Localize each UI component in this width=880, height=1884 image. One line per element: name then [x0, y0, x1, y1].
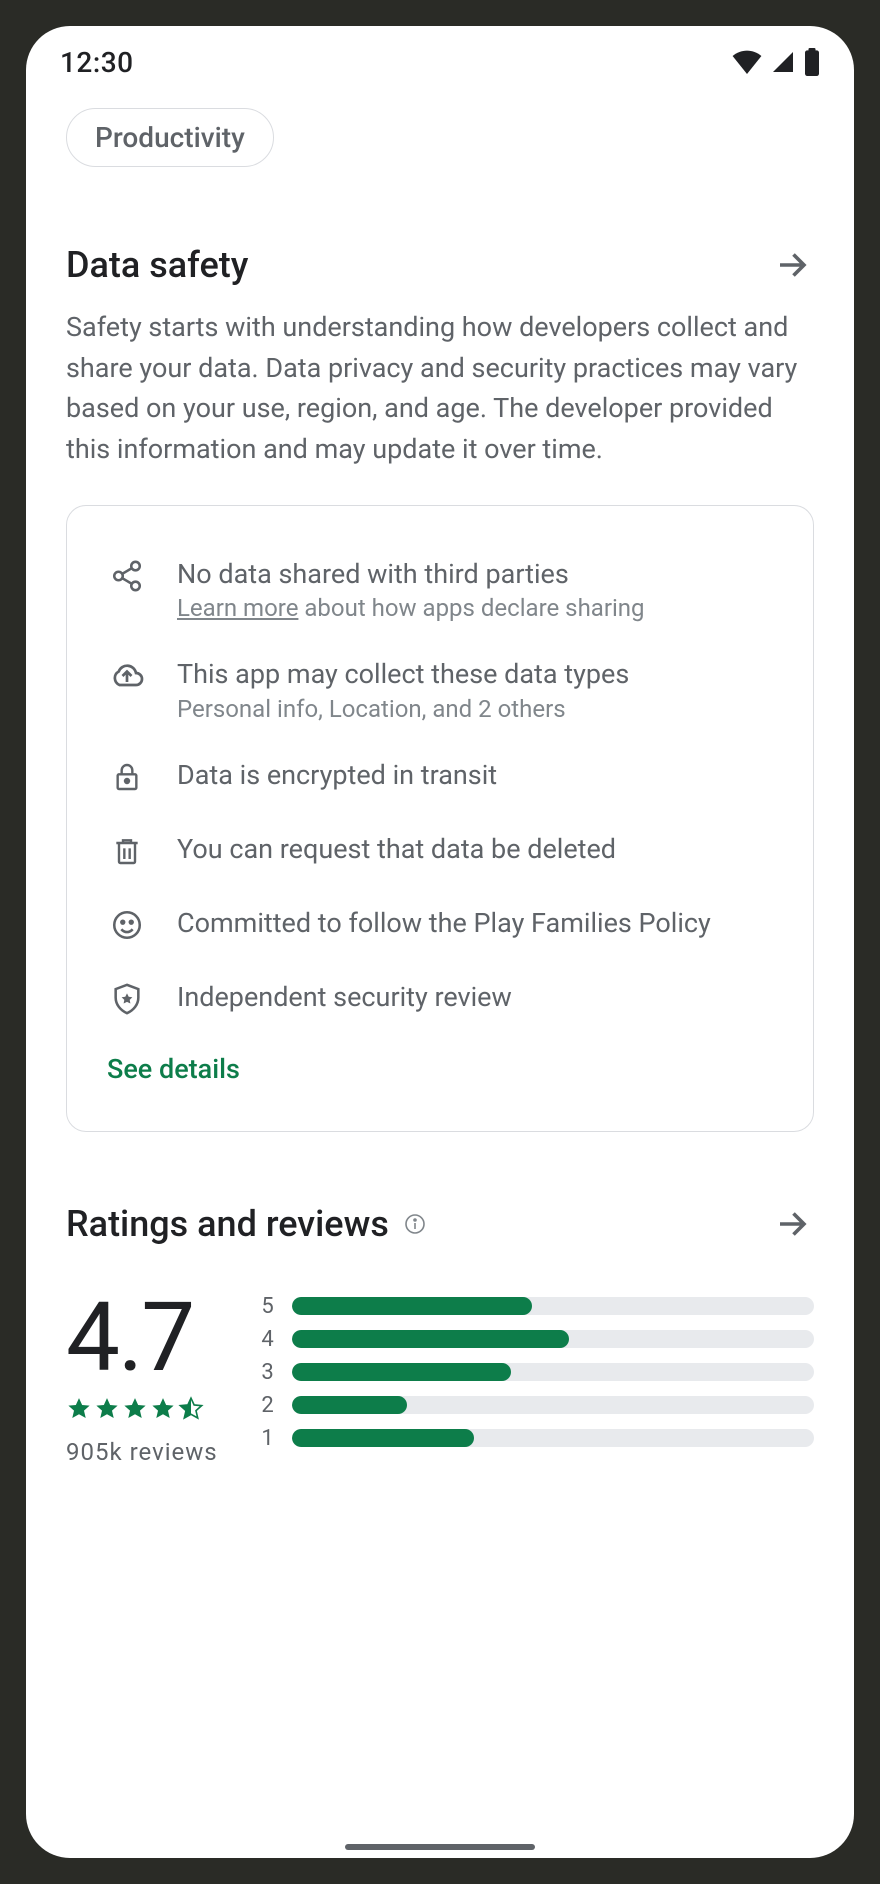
data-safety-header[interactable]: Data safety [66, 203, 814, 307]
safety-item-data-collected: This app may collect these data types Pe… [107, 656, 773, 722]
safety-item-security-review: Independent security review [107, 979, 773, 1019]
status-time: 12:30 [60, 46, 134, 79]
safety-item-encrypted: Data is encrypted in transit [107, 757, 773, 797]
status-icons [732, 48, 820, 76]
chip-label: Productivity [95, 121, 245, 154]
reviews-count: 905k reviews [66, 1438, 218, 1466]
bar-label: 3 [258, 1360, 274, 1385]
rating-bar-3: 3 [258, 1360, 814, 1385]
bar-fill [292, 1297, 532, 1315]
star-half-icon [178, 1396, 204, 1426]
bar-fill [292, 1363, 511, 1381]
shield-star-icon [107, 979, 147, 1019]
cellular-icon [770, 50, 796, 74]
home-indicator[interactable] [345, 1844, 535, 1850]
safety-item-families-policy: Committed to follow the Play Families Po… [107, 905, 773, 945]
bar-label: 2 [258, 1393, 274, 1418]
scroll-content[interactable]: Productivity Data safety Safety starts w… [26, 90, 854, 1858]
chip-row: Productivity [66, 90, 814, 203]
data-safety-description: Safety starts with understanding how dev… [66, 307, 814, 505]
ratings-title: Ratings and reviews [66, 1203, 389, 1245]
safety-item-subtitle: Personal info, Location, and 2 others [177, 695, 629, 723]
safety-item-title: Data is encrypted in transit [177, 757, 497, 793]
smiley-icon [107, 905, 147, 945]
bar-track [292, 1330, 814, 1348]
bar-track [292, 1429, 814, 1447]
rating-bar-5: 5 [258, 1294, 814, 1319]
rating-bar-4: 4 [258, 1327, 814, 1352]
safety-item-title: This app may collect these data types [177, 656, 629, 692]
safety-item-no-data-shared: No data shared with third parties Learn … [107, 556, 773, 622]
device-frame: 12:30 Productivity [0, 0, 880, 1884]
star-icon [122, 1396, 148, 1426]
data-safety-card: No data shared with third parties Learn … [66, 505, 814, 1132]
bar-fill [292, 1429, 475, 1447]
safety-item-title: Independent security review [177, 979, 512, 1015]
info-icon[interactable] [403, 1212, 427, 1236]
learn-more-link[interactable]: Learn more [177, 594, 298, 622]
star-icon [94, 1396, 120, 1426]
safety-item-title: No data shared with third parties [177, 556, 645, 592]
bar-track [292, 1297, 814, 1315]
bar-track [292, 1396, 814, 1414]
status-bar: 12:30 [26, 26, 854, 90]
rating-bars: 5 4 3 2 1 [258, 1290, 814, 1459]
arrow-right-icon[interactable] [770, 243, 814, 287]
category-chip-productivity[interactable]: Productivity [66, 108, 274, 167]
ratings-body: 4.7 905k reviews 5 [66, 1266, 814, 1466]
rating-bar-2: 2 [258, 1393, 814, 1418]
screen: 12:30 Productivity [26, 26, 854, 1858]
score-value: 4.7 [66, 1290, 218, 1386]
lock-icon [107, 757, 147, 797]
bar-fill [292, 1396, 407, 1414]
score-column: 4.7 905k reviews [66, 1290, 218, 1466]
safety-item-title: Committed to follow the Play Families Po… [177, 905, 711, 941]
rating-bar-1: 1 [258, 1426, 814, 1451]
star-icon [66, 1396, 92, 1426]
bar-label: 5 [258, 1294, 274, 1319]
cloud-upload-icon [107, 656, 147, 696]
safety-item-delete-request: You can request that data be deleted [107, 831, 773, 871]
ratings-header[interactable]: Ratings and reviews [66, 1162, 814, 1266]
star-icon [150, 1396, 176, 1426]
stars-row [66, 1396, 218, 1426]
bar-fill [292, 1330, 569, 1348]
wifi-icon [732, 50, 762, 74]
battery-icon [804, 48, 820, 76]
bar-label: 1 [258, 1426, 274, 1451]
see-details-link[interactable]: See details [107, 1053, 773, 1085]
data-safety-title: Data safety [66, 244, 248, 286]
arrow-right-icon[interactable] [770, 1202, 814, 1246]
safety-item-subtitle: Learn more about how apps declare sharin… [177, 594, 645, 622]
bar-track [292, 1363, 814, 1381]
safety-item-title: You can request that data be deleted [177, 831, 616, 867]
bar-label: 4 [258, 1327, 274, 1352]
trash-icon [107, 831, 147, 871]
share-icon [107, 556, 147, 596]
